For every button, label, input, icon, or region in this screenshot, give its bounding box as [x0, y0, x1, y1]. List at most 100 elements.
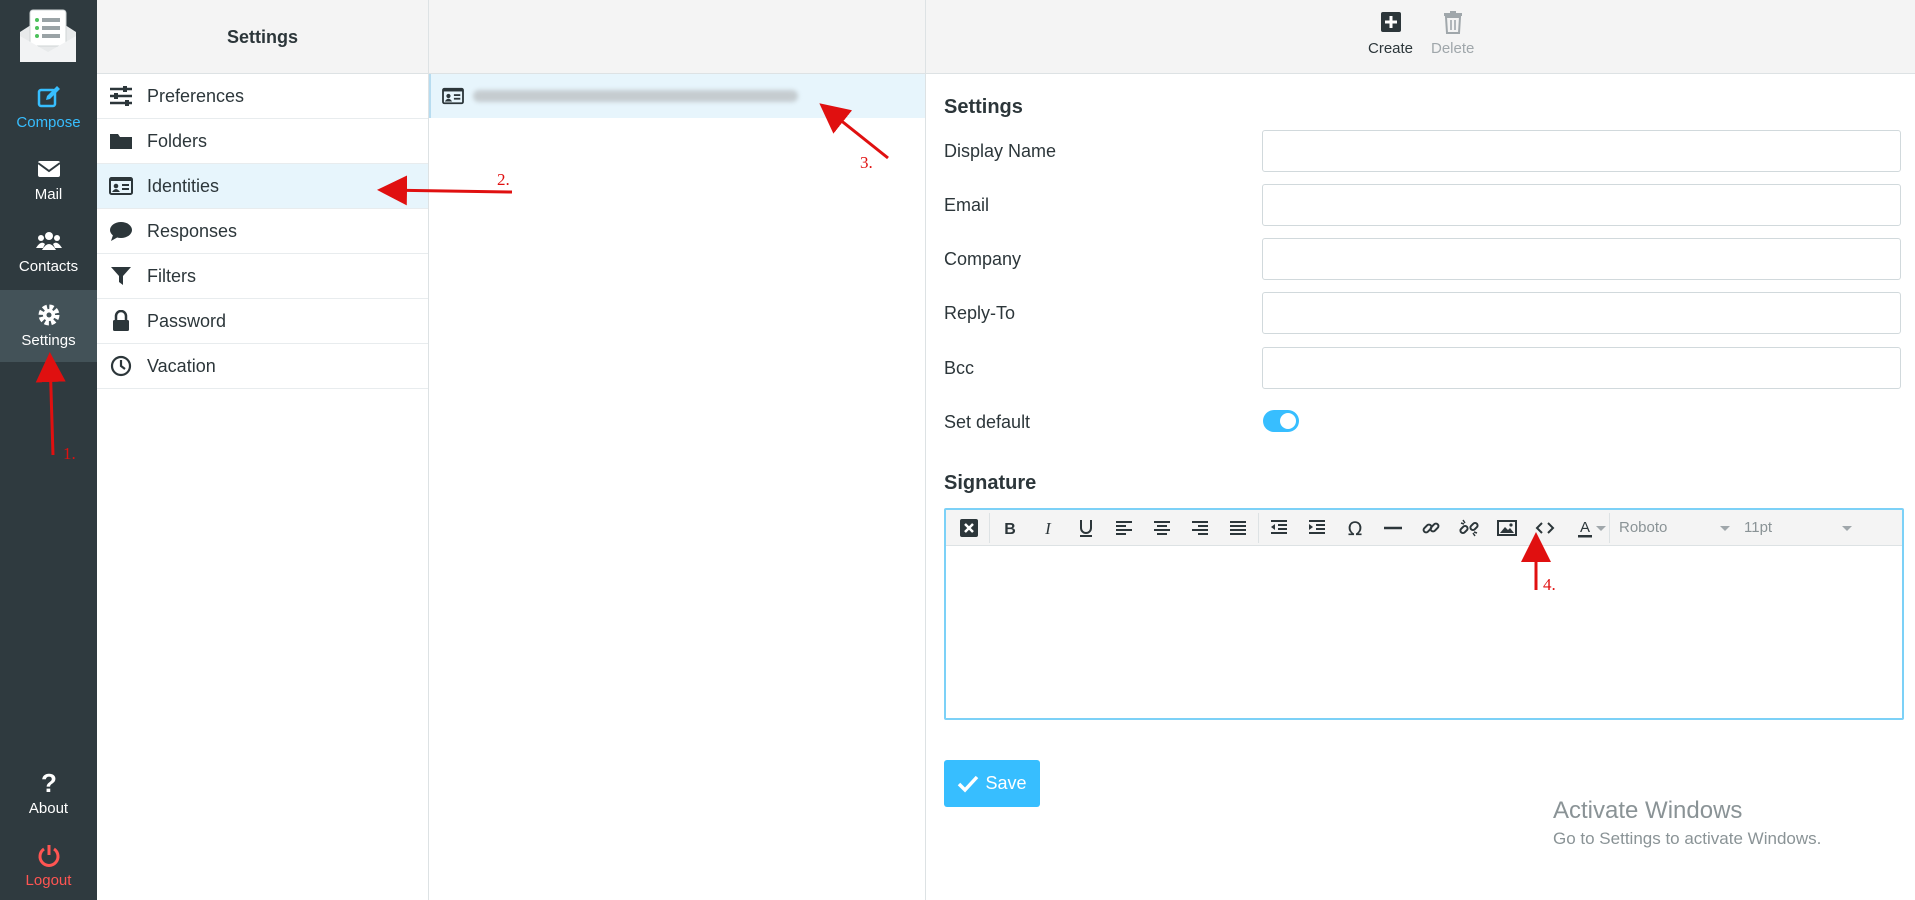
save-label: Save — [985, 773, 1027, 793]
delete-button[interactable]: Delete — [1431, 10, 1474, 57]
identity-toolbar: Create Delete — [926, 0, 1915, 74]
align-left-button[interactable] — [1105, 513, 1143, 543]
set-default-row: Set default — [944, 401, 1904, 443]
font-size-select[interactable]: 11pt — [1736, 513, 1858, 543]
bcc-input[interactable] — [1262, 347, 1901, 389]
main-nav: Compose Mail Contacts Settings ? About L… — [0, 0, 97, 900]
horizontal-rule-icon — [1384, 526, 1402, 529]
save-button[interactable]: Save — [944, 760, 1040, 807]
align-justify-button[interactable] — [1219, 513, 1257, 543]
lock-icon — [113, 310, 129, 331]
svg-text:I: I — [1044, 519, 1052, 538]
nav-logout[interactable]: Logout — [0, 830, 97, 900]
outdent-button[interactable] — [1260, 513, 1298, 543]
nav-contacts[interactable]: Contacts — [0, 216, 97, 288]
compose-icon — [37, 86, 60, 108]
set-default-label: Set default — [944, 411, 1031, 432]
align-left-icon — [1116, 520, 1132, 535]
svg-text:A: A — [1580, 519, 1590, 536]
nav-settings[interactable]: Settings — [0, 290, 97, 362]
font-size-value: 11pt — [1744, 519, 1773, 536]
settings-item-folders[interactable]: Folders — [97, 119, 428, 164]
set-default-toggle[interactable] — [1263, 410, 1299, 432]
nav-compose[interactable]: Compose — [0, 72, 97, 144]
reply-to-label: Reply-To — [944, 302, 1016, 323]
settings-item-preferences[interactable]: Preferences — [97, 74, 428, 119]
bcc-row: Bcc — [944, 347, 1904, 389]
company-input[interactable] — [1262, 238, 1901, 280]
svg-text:Ω: Ω — [1348, 518, 1363, 539]
insert-image-button[interactable] — [1488, 513, 1526, 543]
align-right-icon — [1192, 520, 1208, 535]
indent-icon — [1309, 519, 1325, 534]
clear-format-button[interactable] — [950, 513, 988, 543]
align-center-button[interactable] — [1143, 513, 1181, 543]
align-right-button[interactable] — [1181, 513, 1219, 543]
bcc-label: Bcc — [944, 357, 975, 378]
settings-menu-title: Settings — [97, 0, 428, 74]
create-button[interactable]: Create — [1368, 10, 1413, 57]
nav-mail-label: Mail — [34, 186, 63, 203]
settings-item-label: Responses — [147, 220, 238, 241]
bold-button[interactable]: B — [991, 513, 1029, 543]
windows-activation-watermark: Activate Windows Go to Settings to activ… — [1553, 797, 1821, 849]
text-color-button[interactable]: A — [1564, 513, 1608, 543]
bold-icon: B — [1004, 521, 1016, 538]
nav-contacts-label: Contacts — [18, 258, 79, 275]
gear-icon — [38, 304, 59, 326]
unlink-button[interactable] — [1450, 513, 1488, 543]
display-name-row: Display Name — [944, 130, 1904, 172]
display-name-input[interactable] — [1262, 130, 1901, 172]
clear-format-icon — [960, 518, 978, 537]
identity-list-item[interactable] — [429, 74, 925, 118]
special-char-button[interactable]: Ω — [1336, 513, 1374, 543]
company-row: Company — [944, 238, 1904, 280]
check-icon — [958, 775, 979, 793]
form-section-title: Settings — [944, 96, 1023, 118]
nav-mail[interactable]: Mail — [0, 144, 97, 216]
power-icon — [38, 845, 59, 867]
editor-toolbar: B I Ω A Roboto 11pt — [946, 510, 1902, 546]
nav-about-label: About — [28, 800, 69, 817]
insert-link-button[interactable] — [1412, 513, 1450, 543]
company-label: Company — [944, 248, 1022, 269]
indent-button[interactable] — [1298, 513, 1336, 543]
annotation-label-3: 3. — [860, 153, 873, 172]
font-family-select[interactable]: Roboto — [1611, 513, 1736, 543]
annotation-label-2: 2. — [497, 170, 510, 189]
settings-item-vacation[interactable]: Vacation — [97, 344, 428, 389]
source-code-button[interactable] — [1526, 513, 1564, 543]
underline-button[interactable] — [1067, 513, 1105, 543]
text-color-icon: A — [1578, 519, 1592, 537]
watermark-title: Activate Windows — [1553, 797, 1743, 824]
italic-button[interactable]: I — [1029, 513, 1067, 543]
nav-settings-label: Settings — [21, 332, 76, 349]
identity-email-blurred — [473, 90, 798, 102]
font-family-value: Roboto — [1619, 519, 1668, 536]
reply-to-input[interactable] — [1262, 292, 1901, 334]
settings-item-filters[interactable]: Filters — [97, 254, 428, 299]
delete-label: Delete — [1431, 40, 1475, 57]
trash-icon — [1443, 11, 1462, 34]
omega-icon: Ω — [1348, 518, 1363, 539]
nav-logout-label: Logout — [25, 872, 72, 889]
signature-content-area[interactable] — [946, 546, 1902, 718]
settings-item-identities[interactable]: Identities — [97, 164, 428, 209]
chevron-down-icon — [1842, 525, 1852, 531]
code-icon — [1535, 521, 1555, 534]
comment-icon — [110, 222, 132, 241]
settings-item-label: Filters — [147, 265, 196, 286]
nav-about[interactable]: ? About — [0, 758, 97, 830]
settings-item-responses[interactable]: Responses — [97, 209, 428, 254]
settings-item-password[interactable]: Password — [97, 299, 428, 344]
email-label: Email — [944, 194, 990, 215]
contacts-icon — [35, 232, 62, 250]
email-input[interactable] — [1262, 184, 1901, 226]
unlink-icon — [1459, 519, 1479, 536]
question-icon: ? — [41, 770, 57, 796]
toolbar-separator — [1258, 512, 1259, 543]
horizontal-rule-button[interactable] — [1374, 513, 1412, 543]
settings-item-label: Identities — [147, 175, 220, 196]
signature-editor: B I Ω A Roboto 11pt — [944, 508, 1904, 720]
chevron-down-icon — [1720, 525, 1730, 531]
